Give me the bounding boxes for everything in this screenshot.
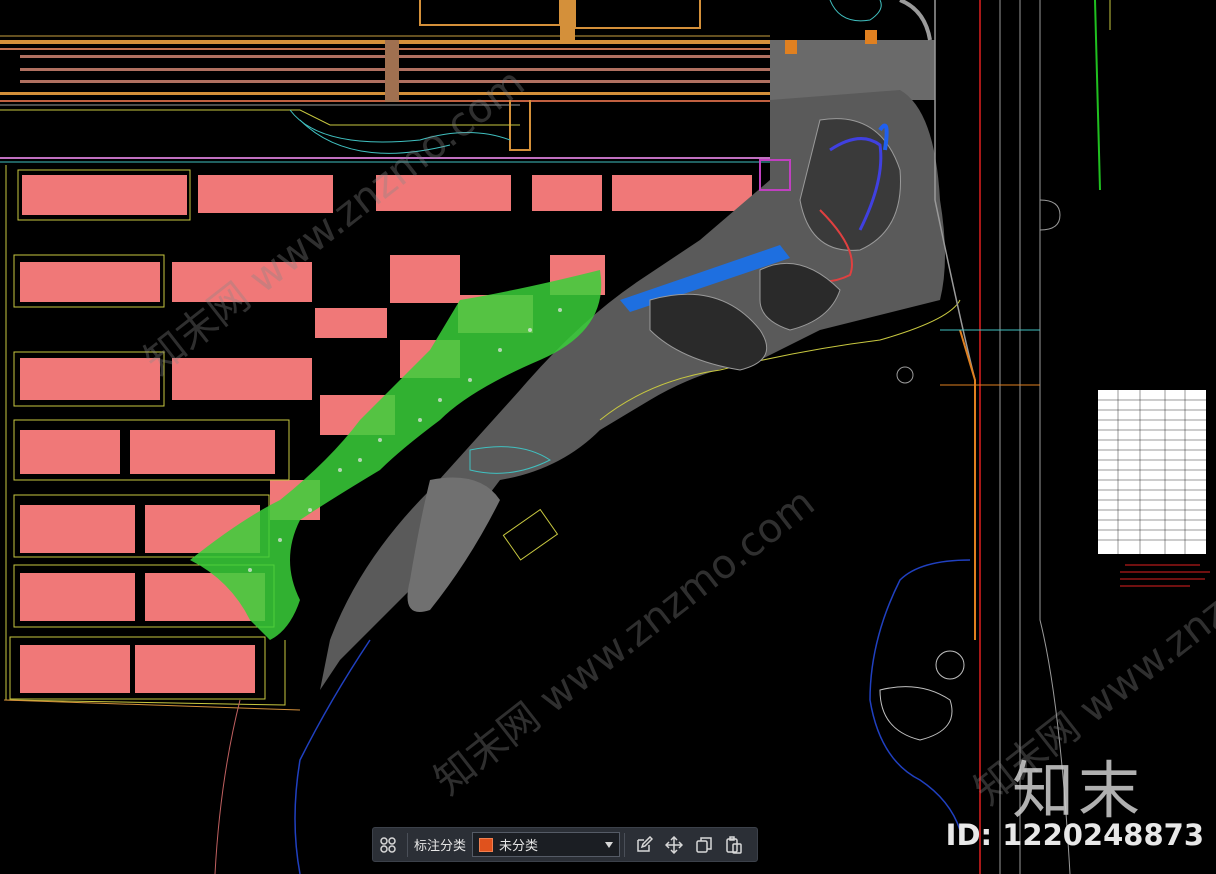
toolbar-divider bbox=[407, 832, 408, 857]
move-icon[interactable] bbox=[659, 830, 689, 860]
category-color-swatch bbox=[479, 837, 494, 852]
edit-icon[interactable] bbox=[629, 830, 659, 860]
category-select[interactable]: 未分类 bbox=[472, 832, 621, 857]
legend-table bbox=[1098, 390, 1206, 554]
annotation-toolbar: 标注分类 未分类 bbox=[372, 827, 758, 862]
chevron-down-icon bbox=[605, 841, 614, 848]
red-notes bbox=[1120, 564, 1210, 587]
watermark-logo: 知末 bbox=[1011, 754, 1144, 827]
grid-icon[interactable] bbox=[373, 830, 403, 860]
paste-icon[interactable] bbox=[719, 830, 749, 860]
copy-icon[interactable] bbox=[689, 830, 719, 860]
category-value: 未分类 bbox=[499, 838, 539, 853]
category-label: 标注分类 bbox=[414, 838, 467, 853]
toolbar-divider bbox=[624, 832, 626, 857]
highway-band bbox=[0, 0, 770, 154]
watermark-id: ID: 1220248873 bbox=[945, 818, 1204, 852]
